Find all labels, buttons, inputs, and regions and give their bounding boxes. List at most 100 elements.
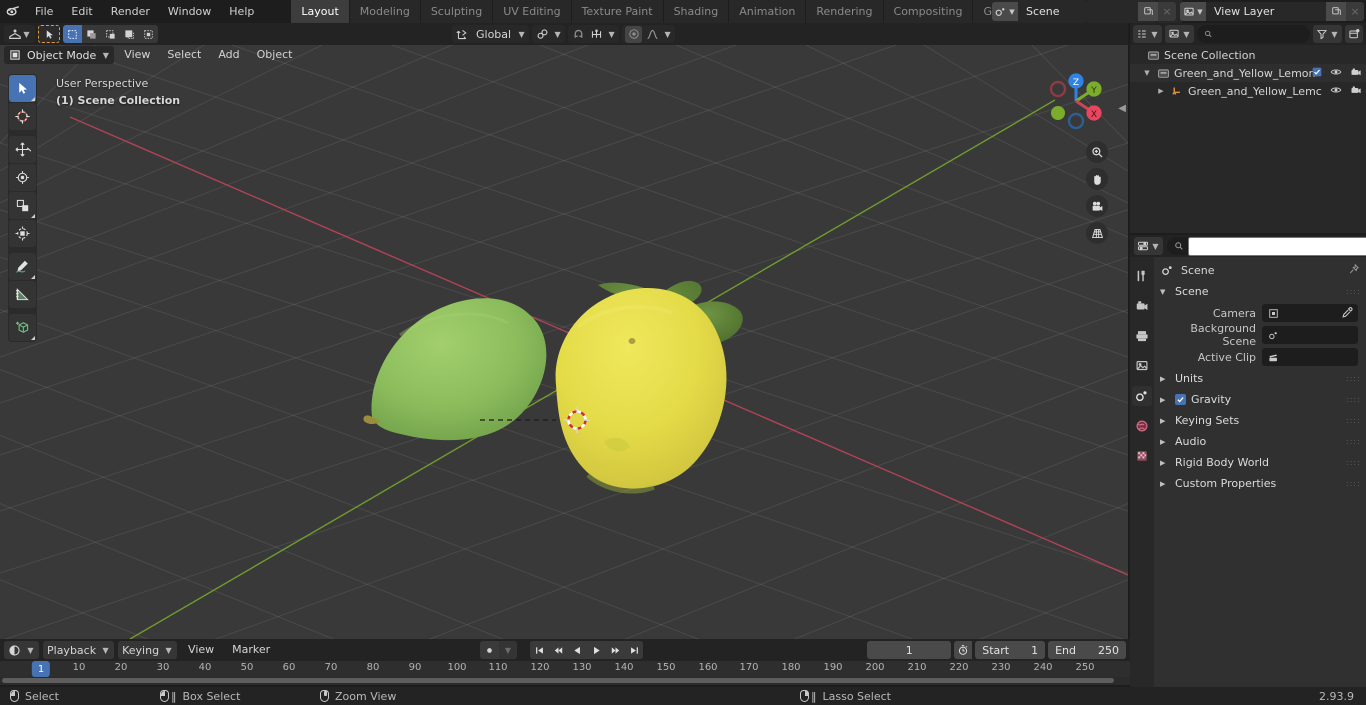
stopwatch-icon[interactable] [954,641,973,659]
pivot-point-dropdown[interactable]: ▼ [532,25,566,43]
tab-shading[interactable]: Shading [663,0,729,23]
tab-compositing[interactable]: Compositing [883,0,973,23]
panel-header-keying-sets[interactable]: ▶ Keying Sets :::: [1154,410,1366,431]
unlink-scene-icon[interactable]: × [1158,2,1176,21]
eye-icon[interactable] [1330,84,1342,99]
outliner-editor-type-icon[interactable]: ▼ [1133,25,1162,43]
prev-keyframe-icon[interactable] [549,641,567,659]
proportional-icon[interactable] [625,25,643,43]
blender-logo-icon[interactable] [0,0,26,23]
view-layer-tab[interactable] [1132,356,1152,376]
scene-tab[interactable] [1132,386,1152,406]
tab-sculpting[interactable]: Sculpting [420,0,493,23]
outliner-search-field[interactable] [1216,28,1303,40]
viewport-menu-view[interactable]: View [117,46,157,64]
collection-checkbox[interactable] [1312,67,1322,80]
pin-icon[interactable] [1348,263,1360,278]
gravity-checkbox[interactable] [1175,394,1186,405]
panel-header-custom-properties[interactable]: ▶ Custom Properties :::: [1154,473,1366,494]
falloff-curve-icon[interactable] [645,27,660,42]
current-frame-field[interactable]: 1 [867,641,952,659]
eye-icon[interactable] [1330,66,1342,81]
jump-start-icon[interactable] [530,641,548,659]
camera-icon[interactable] [1086,195,1108,217]
active-clip-field[interactable] [1262,348,1358,366]
scene-name[interactable]: Scene [1018,2,1138,21]
properties-search-field[interactable] [1188,236,1366,256]
record-icon[interactable] [480,641,498,659]
keying-dropdown[interactable]: Keying ▼ [118,641,178,659]
measure-tool[interactable] [9,281,36,308]
select-intersect-icon[interactable] [139,25,158,43]
move-tool[interactable] [9,136,36,163]
copy-icon[interactable] [1138,2,1158,21]
properties-editor-type-icon[interactable]: ▼ [1134,237,1163,255]
menu-help[interactable]: Help [220,2,263,21]
menu-file[interactable]: File [26,2,62,21]
viewport-menu-select[interactable]: Select [160,46,208,64]
zoom-icon[interactable] [1086,141,1108,163]
panel-header-audio[interactable]: ▶ Audio :::: [1154,431,1366,452]
editor-type-icon[interactable]: ▼ [4,25,35,43]
tab-uv-editing[interactable]: UV Editing [493,0,571,23]
texture-tab[interactable] [1132,446,1152,466]
snap-magnet-icon[interactable] [571,27,586,42]
view-layer-name[interactable]: View Layer [1206,2,1326,21]
start-frame-field[interactable]: Start 1 [975,641,1046,659]
expander-icon[interactable]: ▶ [1154,87,1168,95]
select-extend-icon[interactable] [82,25,101,43]
navigation-gizmo[interactable]: Z Y X [1042,67,1110,135]
outliner-filter-icon[interactable]: ▼ [1313,25,1342,43]
tab-modeling[interactable]: Modeling [349,0,420,23]
annotate-tool[interactable] [9,253,36,280]
eyedropper-icon[interactable] [1341,306,1354,322]
cursor-tool[interactable] [9,103,36,130]
new-collection-icon[interactable] [1345,25,1363,43]
properties-search-input[interactable] [1167,236,1366,256]
scene-icon[interactable]: ▼ [992,2,1018,21]
timeline-menu-view[interactable]: View [181,641,221,659]
play-reverse-icon[interactable] [568,641,586,659]
timeline-editor-type-icon[interactable]: ▼ [4,641,39,659]
perspective-grid-icon[interactable] [1086,222,1108,244]
tab-layout[interactable]: Layout [291,0,349,23]
copy-icon[interactable] [1326,2,1346,21]
camera-render-icon[interactable] [1350,84,1362,99]
object-mode-dropdown[interactable]: Object Mode ▼ [4,46,115,64]
outliner-row-green-and-yellow-lemon-object[interactable]: ▶ Green_and_Yellow_Lemc [1130,82,1366,100]
transform-orientation-dropdown[interactable]: Global ▼ [452,25,530,43]
snapping-group[interactable]: ▼ [568,25,620,43]
rotate-tool[interactable] [9,164,36,191]
tweak-tool[interactable] [9,75,36,102]
viewlayer-icon[interactable]: ▼ [1180,2,1206,21]
panel-header-gravity[interactable]: ▶ Gravity :::: [1154,389,1366,410]
transform-tool[interactable] [9,220,36,247]
select-set-icon[interactable] [63,25,82,43]
tool-tab[interactable] [1132,266,1152,286]
background-scene-field[interactable] [1262,326,1358,344]
tab-animation[interactable]: Animation [729,0,806,23]
scene-selector[interactable]: ▼ Scene × [992,2,1176,21]
proportional-editing-group[interactable]: ▼ [622,25,676,43]
next-keyframe-icon[interactable] [606,641,624,659]
viewport-menu-object[interactable]: Object [250,46,300,64]
panel-header-units[interactable]: ▶ Units :::: [1154,368,1366,389]
menu-window[interactable]: Window [159,2,220,21]
outliner-display-mode[interactable]: ▼ [1165,25,1194,43]
outliner-row-green-and-yellow-lemon-collection[interactable]: ▼ Green_and_Yellow_Lemon [1130,64,1366,82]
region-collapse-icon[interactable]: ◀ [1118,103,1126,114]
menu-render[interactable]: Render [102,2,159,21]
tab-texture-paint[interactable]: Texture Paint [571,0,663,23]
panel-header-rigid-body-world[interactable]: ▶ Rigid Body World :::: [1154,452,1366,473]
timeline-menu-marker[interactable]: Marker [225,641,277,659]
select-invert-icon[interactable] [120,25,139,43]
playhead[interactable]: 1 [31,661,51,677]
pan-hand-icon[interactable] [1086,168,1108,190]
tab-rendering[interactable]: Rendering [806,0,883,23]
world-tab[interactable] [1132,416,1152,436]
expander-icon[interactable]: ▼ [1140,69,1154,77]
play-icon[interactable] [587,641,605,659]
menu-edit[interactable]: Edit [62,2,101,21]
viewport-menu-add[interactable]: Add [211,46,246,64]
view-layer-selector[interactable]: ▼ View Layer × [1180,2,1364,21]
